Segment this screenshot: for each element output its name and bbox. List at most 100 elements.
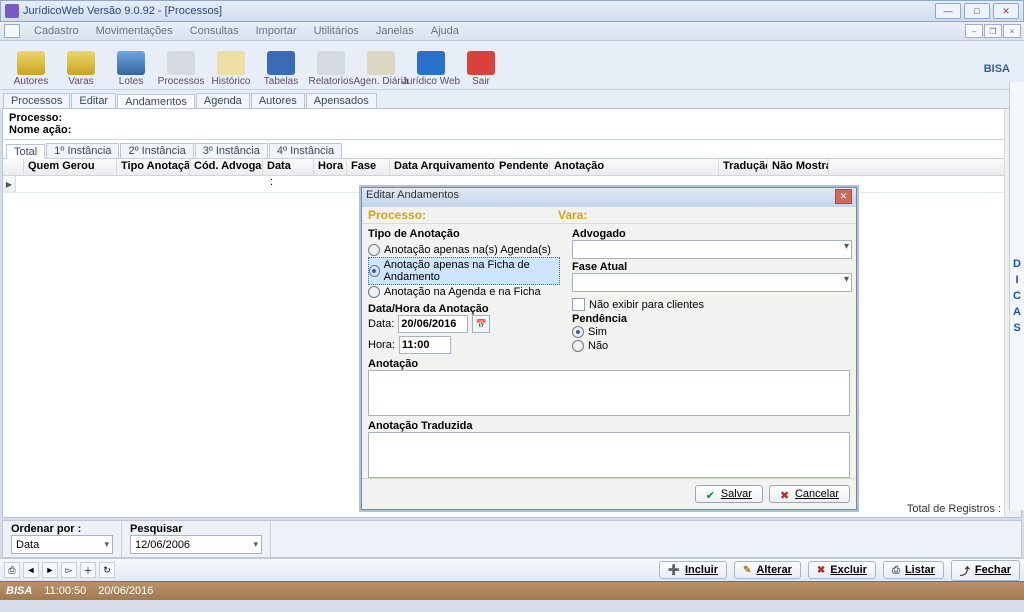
main-tabs: Processos Editar Andamentos Agenda Autor…: [0, 90, 1024, 108]
minimize-button[interactable]: —: [935, 3, 961, 19]
col-hora[interactable]: Hora: [314, 159, 347, 175]
tb-processos[interactable]: Processos: [156, 51, 206, 87]
agenda-icon: [367, 51, 395, 75]
radio-ficha[interactable]: Anotação apenas na Ficha de Andamento: [368, 257, 560, 285]
tb-varas[interactable]: Varas: [56, 51, 106, 87]
processo-header: Processo: Nome ação:: [3, 109, 1021, 140]
ordenar-select[interactable]: Data: [11, 535, 113, 554]
nav-last-icon[interactable]: ▻: [61, 562, 77, 578]
tab-3inst[interactable]: 3º Instância: [195, 143, 268, 158]
radio-agenda[interactable]: Anotação apenas na(s) Agenda(s): [368, 243, 560, 257]
tab-autores[interactable]: Autores: [251, 93, 305, 108]
radio-sim[interactable]: Sim: [572, 325, 850, 339]
incluir-button[interactable]: ➕Incluir: [659, 561, 727, 579]
nav-plus-icon[interactable]: ＋: [80, 562, 96, 578]
status-time: 11:00:50: [44, 585, 86, 597]
menu-ajuda[interactable]: Ajuda: [424, 24, 466, 38]
tab-andamentos[interactable]: Andamentos: [117, 94, 195, 109]
nav-first-icon[interactable]: ⎙: [4, 562, 20, 578]
fase-combo[interactable]: [572, 273, 852, 292]
edit-icon: ✎: [743, 565, 751, 576]
excluir-button[interactable]: ✖Excluir: [808, 561, 876, 579]
menu-utilitarios[interactable]: Utilitários: [307, 24, 366, 38]
dialog-close-button[interactable]: ✕: [835, 189, 852, 204]
menu-importar[interactable]: Importar: [249, 24, 304, 38]
mdi-restore[interactable]: ❐: [984, 24, 1002, 38]
col-data-arquiv[interactable]: Data Arquivamento: [390, 159, 495, 175]
tab-agenda[interactable]: Agenda: [196, 93, 250, 108]
col-cod-advogado[interactable]: Cód. Advogado: [190, 159, 263, 175]
tb-relatorios[interactable]: Relatorios: [306, 51, 356, 87]
mdi-close[interactable]: ×: [1003, 24, 1021, 38]
fechar-button[interactable]: ⤴Fechar: [951, 560, 1020, 581]
cancelar-button[interactable]: ✖Cancelar: [769, 485, 850, 503]
tb-historico[interactable]: Histórico: [206, 51, 256, 87]
nav-next-icon[interactable]: ►: [42, 562, 58, 578]
data-input[interactable]: 20/06/2016: [398, 315, 468, 333]
col-data[interactable]: Data: [263, 159, 314, 175]
col-traducao[interactable]: Tradução: [719, 159, 768, 175]
x-icon: ✖: [780, 489, 790, 499]
tabelas-icon: [267, 51, 295, 75]
close-button[interactable]: ✕: [993, 3, 1019, 19]
ie-icon: [417, 51, 445, 75]
menu-bar: Cadastro Movimentações Consultas Importa…: [0, 22, 1024, 41]
anotacao-textarea[interactable]: [368, 370, 850, 416]
col-nao-mostra[interactable]: Não Mostra: [768, 159, 829, 175]
hora-label: Hora:: [368, 339, 395, 351]
tab-total[interactable]: Total: [6, 144, 45, 159]
salvar-button[interactable]: ✔Salvar: [695, 485, 763, 503]
total-registros: Total de Registros :: [907, 503, 1001, 515]
nav-refresh-icon[interactable]: ↻: [99, 562, 115, 578]
check-icon: ✔: [706, 489, 716, 499]
tb-lotes[interactable]: Lotes: [106, 51, 156, 87]
tb-tabelas[interactable]: Tabelas: [256, 51, 306, 87]
pendencia-label: Pendência: [572, 313, 850, 325]
col-pendente[interactable]: Pendente: [495, 159, 550, 175]
radio-agenda-ficha[interactable]: Anotação na Agenda e na Ficha: [368, 285, 560, 299]
listar-button[interactable]: ⎙Listar: [883, 561, 944, 579]
autores-icon: [17, 51, 45, 75]
data-label: Data:: [368, 318, 394, 330]
tb-agenda-diaria[interactable]: Agen. Diária: [356, 51, 406, 87]
col-tipo-anotacao[interactable]: Tipo Anotação: [117, 159, 190, 175]
tab-1inst[interactable]: 1º Instância: [46, 143, 119, 158]
col-quem-gerou[interactable]: Quem Gerou: [24, 159, 117, 175]
traduzida-textarea[interactable]: [368, 432, 850, 478]
nav-prev-icon[interactable]: ◄: [23, 562, 39, 578]
mdi-minimize[interactable]: –: [965, 24, 983, 38]
menu-consultas[interactable]: Consultas: [183, 24, 246, 38]
bottom-panel: Ordenar por : Data Pesquisar 12/06/2006: [2, 520, 1022, 558]
exit-icon: ⤴: [960, 563, 970, 578]
radio-icon: [368, 244, 380, 256]
tab-processos[interactable]: Processos: [3, 93, 70, 108]
menu-movimentacoes[interactable]: Movimentações: [89, 24, 180, 38]
tab-2inst[interactable]: 2º Instância: [120, 143, 193, 158]
dialog-titlebar[interactable]: Editar Andamentos ✕: [362, 188, 856, 207]
delete-icon: ✖: [817, 565, 825, 576]
tab-editar[interactable]: Editar: [71, 93, 116, 108]
tab-4inst[interactable]: 4º Instância: [269, 143, 342, 158]
tb-sair[interactable]: Sair: [456, 51, 506, 87]
tb-juridico-web[interactable]: Jurídico Web: [406, 51, 456, 87]
alterar-button[interactable]: ✎Alterar: [734, 561, 801, 579]
menu-cadastro[interactable]: Cadastro: [27, 24, 86, 38]
advogado-combo[interactable]: [572, 240, 852, 259]
historico-icon: [217, 51, 245, 75]
tb-autores[interactable]: Autores: [6, 51, 56, 87]
tab-apensados[interactable]: Apensados: [306, 93, 377, 108]
plus-icon: ➕: [668, 565, 680, 576]
dicas-sidebar[interactable]: D I C A S: [1009, 82, 1024, 510]
nao-exibir-check[interactable]: Não exibir para clientes: [572, 298, 850, 311]
pesquisar-date[interactable]: 12/06/2006: [130, 535, 262, 554]
brand-label: BISA: [984, 63, 1010, 75]
menu-janelas[interactable]: Janelas: [369, 24, 421, 38]
col-fase[interactable]: Fase: [347, 159, 390, 175]
sair-icon: [467, 51, 495, 75]
col-anotacao[interactable]: Anotação: [550, 159, 719, 175]
maximize-button[interactable]: □: [964, 3, 990, 19]
hora-input[interactable]: 11:00: [399, 336, 451, 354]
window-title: JurídicoWeb Versão 9.0.92 - [Processos]: [23, 5, 935, 17]
radio-nao[interactable]: Não: [572, 339, 850, 353]
calendar-button[interactable]: 📅: [472, 315, 490, 333]
